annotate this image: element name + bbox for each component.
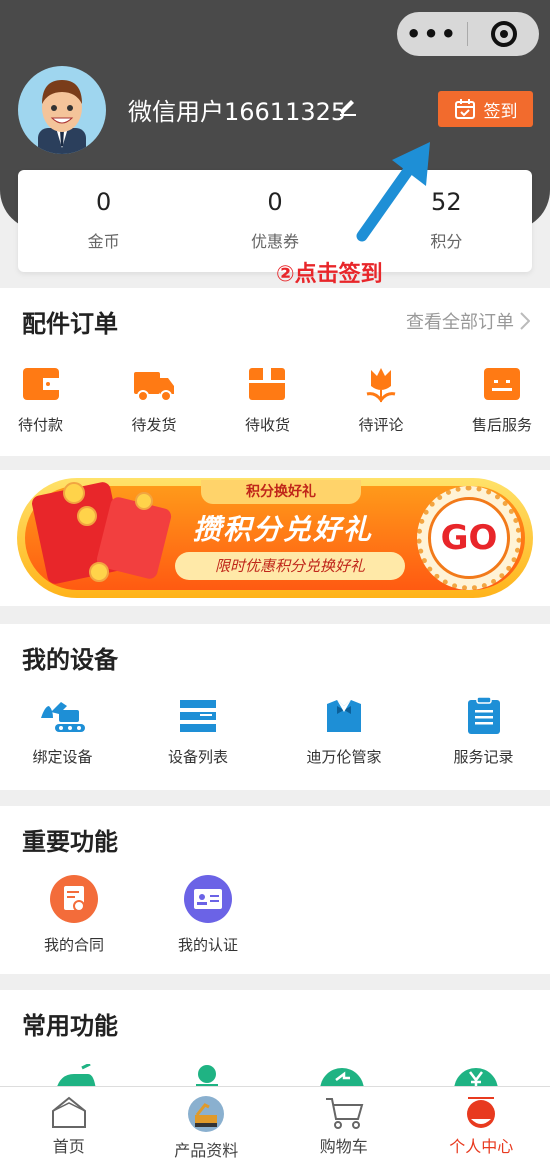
banner-title: 攒积分兑好礼 xyxy=(193,513,374,546)
coin-icon xyxy=(77,506,97,526)
my-contract-item[interactable]: 我的合同 xyxy=(0,874,148,955)
excavator-icon xyxy=(40,702,85,732)
tab-label: 个人中心 xyxy=(449,1137,514,1156)
order-pending-shipment[interactable]: 待发货 xyxy=(131,364,177,435)
wallet-icon xyxy=(22,368,59,400)
banner-subtitle: 限时优惠积分兑换好礼 xyxy=(175,552,405,580)
avatar[interactable] xyxy=(18,66,106,154)
coin-icon xyxy=(63,482,85,504)
device-functions-row: 绑定设备 设备列表 迪万伦管家 服务记录 xyxy=(0,696,550,767)
username: 微信用户16611325 xyxy=(128,98,347,126)
order-status-label: 待付款 xyxy=(18,416,64,434)
annotation-text: ②点击签到 xyxy=(276,262,383,287)
coin-icon xyxy=(89,562,109,582)
devices-section: 我的设备 绑定设备 设备列表 迪万伦管家 服务记录 xyxy=(0,624,550,790)
points-exchange-banner[interactable]: 积分换好礼 攒积分兑好礼 限时优惠积分兑换好礼 GO xyxy=(17,478,533,598)
package-icon xyxy=(249,368,286,400)
contract-icon xyxy=(50,875,98,923)
cart-icon xyxy=(325,1098,364,1129)
device-function-label: 服务记录 xyxy=(453,748,514,766)
important-function-label: 我的合同 xyxy=(43,936,104,954)
go-label: GO xyxy=(428,497,510,579)
view-all-orders-link[interactable]: 查看全部订单 xyxy=(406,308,530,334)
close-mini-program-icon[interactable] xyxy=(468,21,539,47)
order-pending-payment[interactable]: 待付款 xyxy=(18,364,63,435)
sign-in-button[interactable]: 签到 xyxy=(438,91,533,127)
butler-icon xyxy=(327,700,361,732)
order-status-label: 待评论 xyxy=(358,416,404,434)
view-all-label: 查看全部订单 xyxy=(406,312,514,333)
stat-value: 0 xyxy=(96,188,112,216)
service-record-item[interactable]: 服务记录 xyxy=(417,696,550,767)
go-button[interactable]: GO xyxy=(417,486,521,590)
important-functions-section: 重要功能 我的合同 我的认证 xyxy=(0,806,550,974)
tab-cart[interactable]: 购物车 xyxy=(275,1087,413,1162)
mini-program-capsule: ••• xyxy=(397,12,539,56)
banner-tag: 积分换好礼 xyxy=(201,480,361,504)
flower-icon xyxy=(366,368,396,403)
stat-coins[interactable]: 0 金币 xyxy=(18,170,189,272)
sign-in-label: 签到 xyxy=(483,101,518,122)
order-status-label: 售后服务 xyxy=(471,416,532,434)
device-list-item[interactable]: 设备列表 xyxy=(125,696,271,767)
truck-icon xyxy=(133,372,174,402)
order-status-row: 待付款 待发货 待收货 待评论 售后服务 xyxy=(0,364,550,435)
edit-icon[interactable] xyxy=(338,96,358,120)
tab-label: 产品资料 xyxy=(174,1141,239,1160)
device-function-label: 迪万伦管家 xyxy=(306,748,382,766)
stat-label: 金币 xyxy=(87,232,120,251)
important-functions-row: 我的合同 我的认证 xyxy=(0,874,550,955)
bind-device-item[interactable]: 绑定设备 xyxy=(0,696,125,767)
tab-label: 首页 xyxy=(52,1137,85,1156)
list-icon xyxy=(180,700,216,732)
order-after-sales[interactable]: 售后服务 xyxy=(472,364,532,435)
stat-value: 0 xyxy=(267,188,283,216)
calendar-icon xyxy=(454,99,475,119)
order-pending-receipt[interactable]: 待收货 xyxy=(245,364,290,435)
more-menu-icon[interactable]: ••• xyxy=(397,12,467,56)
important-function-label: 我的认证 xyxy=(177,936,238,954)
tab-products[interactable]: 产品资料 xyxy=(138,1087,276,1162)
stats-card: 0 金币 0 优惠券 52 积分 xyxy=(18,170,532,272)
section-title: 常用功能 xyxy=(22,1012,118,1040)
order-status-label: 待收货 xyxy=(244,416,290,434)
butler-item[interactable]: 迪万伦管家 xyxy=(271,696,417,767)
home-icon xyxy=(51,1096,86,1128)
order-status-label: 待发货 xyxy=(131,416,177,434)
coin-icon xyxy=(135,492,153,510)
my-certification-item[interactable]: 我的认证 xyxy=(148,874,268,955)
tab-label: 购物车 xyxy=(319,1137,368,1156)
order-pending-review[interactable]: 待评论 xyxy=(358,364,403,435)
service-icon xyxy=(483,368,520,400)
stat-label: 优惠券 xyxy=(250,232,299,251)
common-functions-section: 常用功能 xyxy=(0,990,550,1090)
orders-section: 配件订单 查看全部订单 待付款 待发货 待收货 待评论 售后服务 xyxy=(0,288,550,456)
device-function-label: 绑定设备 xyxy=(32,748,93,766)
chevron-right-icon xyxy=(520,312,530,330)
product-icon xyxy=(188,1096,225,1132)
section-title: 重要功能 xyxy=(22,828,118,856)
id-card-icon xyxy=(184,875,232,923)
annotation-arrow-icon xyxy=(352,138,438,246)
tab-home[interactable]: 首页 xyxy=(0,1087,138,1162)
profile-icon xyxy=(467,1097,496,1128)
clipboard-icon xyxy=(467,696,500,734)
section-title: 我的设备 xyxy=(22,646,118,674)
tab-profile[interactable]: 个人中心 xyxy=(413,1087,550,1162)
bottom-tab-bar: 首页 产品资料 购物车 个人中心 xyxy=(0,1086,550,1162)
device-function-label: 设备列表 xyxy=(167,748,228,766)
section-title: 配件订单 xyxy=(22,310,118,338)
